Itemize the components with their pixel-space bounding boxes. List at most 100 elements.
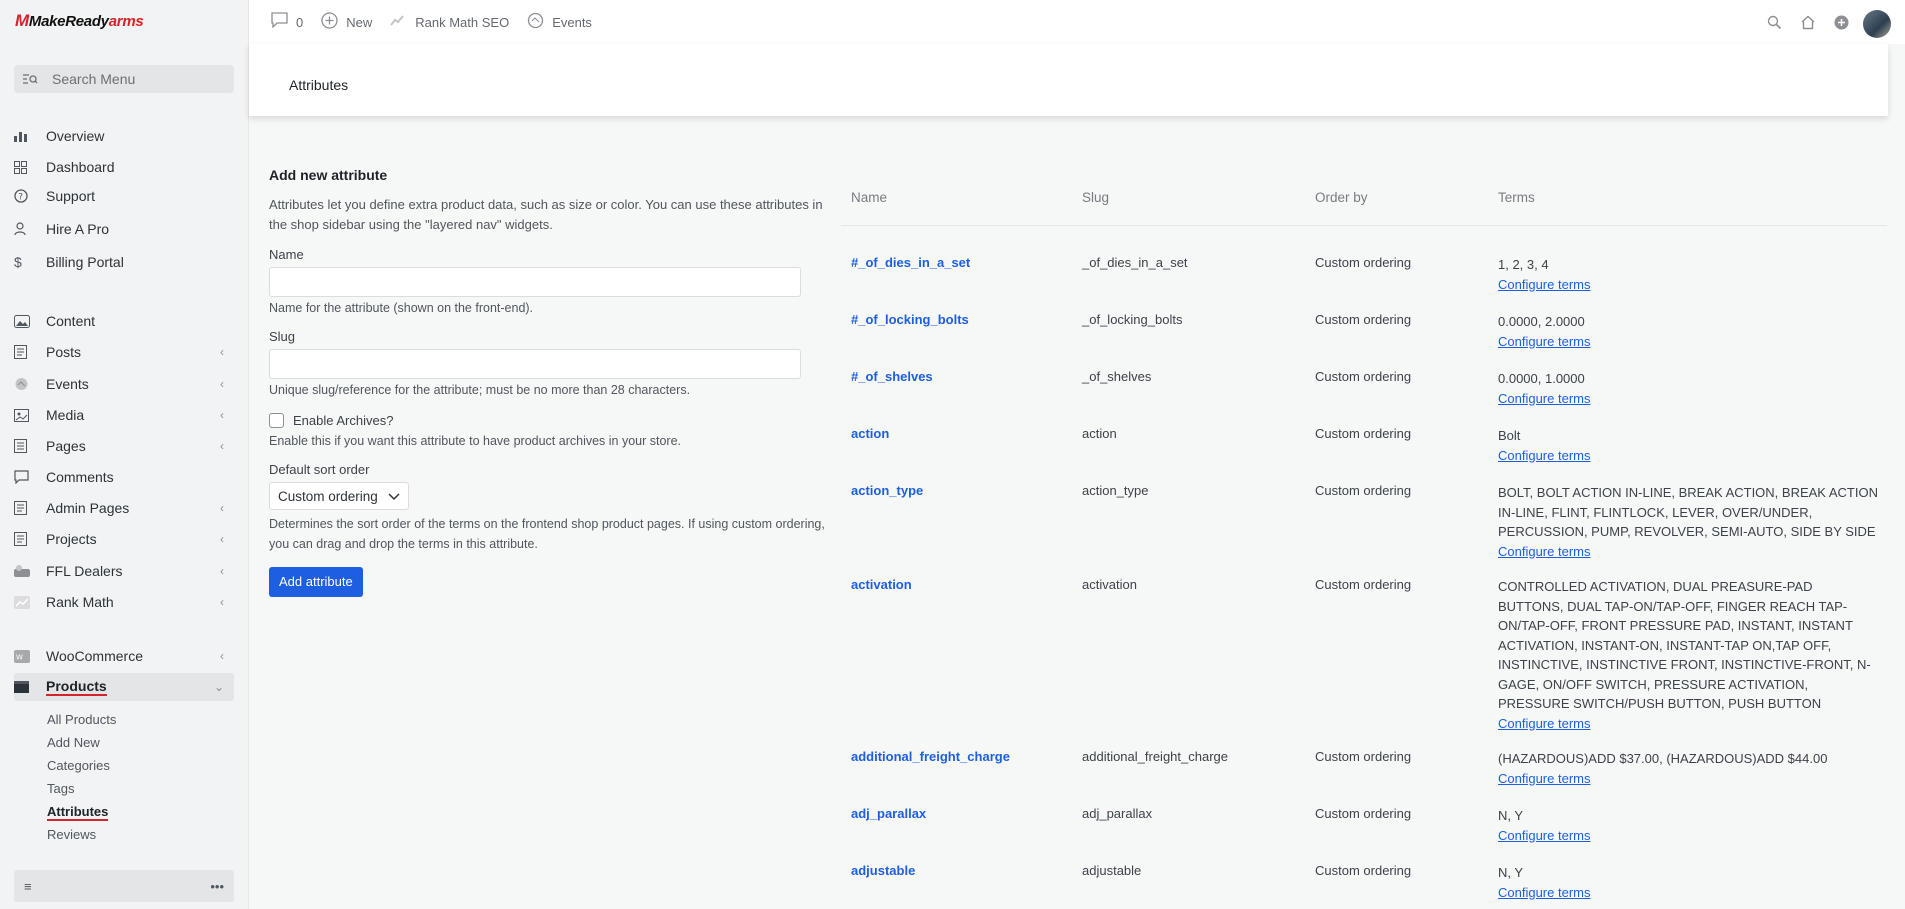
slug-input[interactable]	[269, 349, 801, 379]
column-header-slug: Slug	[1082, 190, 1110, 205]
chevron-down-icon: ⌄	[213, 680, 224, 694]
name-input[interactable]	[269, 267, 801, 297]
add-circle-icon[interactable]	[1834, 15, 1849, 34]
attribute-name-link[interactable]: action	[851, 426, 889, 441]
sidebar-item-pages[interactable]: Pages ‹	[14, 432, 234, 460]
configure-terms-link[interactable]: Configure terms	[1498, 883, 1878, 903]
sidebar-item-rank-math[interactable]: Rank Math ‹	[14, 588, 234, 616]
column-header-terms: Terms	[1498, 190, 1535, 205]
configure-terms-link[interactable]: Configure terms	[1498, 769, 1878, 789]
table-row: additional_freight_charge additional_frei…	[841, 749, 1887, 788]
sidebar-item-billing-portal[interactable]: $ Billing Portal	[14, 248, 234, 276]
submenu-reviews[interactable]: Reviews	[47, 827, 96, 842]
attribute-order: Custom ordering	[1315, 577, 1412, 592]
table-row: action action Custom ordering Bolt Configure…	[841, 426, 1887, 465]
chevron-left-icon: ‹	[220, 564, 224, 578]
submenu-attributes[interactable]: Attributes	[47, 804, 109, 821]
more-options-icon[interactable]: •••	[210, 879, 224, 894]
user-avatar[interactable]	[1863, 10, 1891, 38]
sidebar: M MakeReady arms Search Menu Overview Da…	[0, 0, 249, 909]
document-icon	[14, 345, 36, 359]
person-icon	[14, 222, 36, 236]
sidebar-item-products[interactable]: Products ⌄	[14, 673, 234, 701]
sidebar-item-comments[interactable]: Comments	[14, 463, 234, 491]
sidebar-item-overview[interactable]: Overview	[14, 122, 234, 150]
sidebar-item-events[interactable]: Events ‹	[14, 370, 234, 398]
attribute-terms: BOLT, BOLT ACTION IN-LINE, BREAK ACTION,…	[1498, 485, 1878, 539]
attribute-slug: _of_locking_bolts	[1082, 312, 1183, 327]
chevron-left-icon: ‹	[220, 439, 224, 453]
chevron-left-icon: ‹	[220, 649, 224, 663]
collapse-menu-icon[interactable]: ≡	[24, 879, 32, 894]
submenu-all-products[interactable]: All Products	[47, 712, 116, 727]
sort-order-help: Determines the sort order of the terms o…	[269, 517, 825, 551]
attribute-name-link[interactable]: activation	[851, 577, 912, 592]
media-icon	[14, 408, 36, 422]
attribute-slug: additional_freight_charge	[1082, 749, 1228, 764]
sidebar-item-content[interactable]: Content	[14, 307, 234, 335]
submenu-add-new[interactable]: Add New	[47, 735, 100, 750]
table-row: action_type action_type Custom ordering BOL…	[841, 483, 1887, 561]
woo-icon: W	[14, 649, 36, 663]
chevron-left-icon: ‹	[220, 532, 224, 546]
attribute-order: Custom ordering	[1315, 369, 1412, 384]
rankmath-icon	[14, 595, 36, 609]
configure-terms-link[interactable]: Configure terms	[1498, 275, 1878, 295]
site-logo[interactable]: M MakeReady arms	[15, 11, 144, 31]
sort-order-select[interactable]: Custom ordering	[269, 482, 409, 510]
sidebar-item-dashboard[interactable]: Dashboard	[14, 153, 234, 181]
add-attribute-button[interactable]: Add attribute	[269, 567, 363, 597]
column-header-name[interactable]: Name	[841, 190, 1082, 225]
home-icon[interactable]	[1800, 15, 1816, 34]
sidebar-item-admin-pages[interactable]: Admin Pages ‹	[14, 494, 234, 522]
logo-mark-icon: M	[15, 11, 29, 30]
search-menu-input[interactable]: Search Menu	[14, 65, 234, 93]
admin-topbar: 0 New Rank Math SEO Events	[249, 0, 1905, 44]
comment-icon	[14, 470, 36, 484]
attribute-name-link[interactable]: #_of_locking_bolts	[851, 312, 969, 327]
sidebar-item-projects[interactable]: Projects ‹	[14, 525, 234, 553]
sidebar-item-media[interactable]: Media ‹	[14, 401, 234, 429]
attribute-order: Custom ordering	[1315, 749, 1412, 764]
sidebar-item-ffl-dealers[interactable]: FFL Dealers ‹	[14, 557, 234, 585]
submenu-categories[interactable]: Categories	[47, 758, 110, 773]
attribute-name-link[interactable]: adj_parallax	[851, 806, 926, 821]
box-icon	[14, 681, 36, 693]
sidebar-item-posts[interactable]: Posts ‹	[14, 338, 234, 366]
configure-terms-link[interactable]: Configure terms	[1498, 826, 1878, 846]
chevron-left-icon: ‹	[220, 408, 224, 422]
attribute-name-link[interactable]: #_of_shelves	[851, 369, 933, 384]
sidebar-item-support[interactable]: ? Support	[14, 182, 234, 210]
sidebar-item-woocommerce[interactable]: W WooCommerce ‹	[14, 642, 234, 670]
new-content-button[interactable]: New	[321, 11, 372, 33]
attribute-terms: 1, 2, 3, 4	[1498, 257, 1549, 272]
rank-math-seo-link[interactable]: Rank Math SEO	[390, 13, 509, 31]
search-icon[interactable]	[1767, 15, 1782, 34]
comments-link[interactable]: 0	[271, 12, 303, 32]
document-icon	[14, 501, 36, 515]
attribute-slug: action	[1082, 426, 1117, 441]
sidebar-item-hire-a-pro[interactable]: Hire A Pro	[14, 215, 234, 243]
enable-archives-checkbox[interactable]	[269, 413, 284, 428]
submenu-tags[interactable]: Tags	[47, 781, 74, 796]
attribute-terms: N, Y	[1498, 865, 1524, 880]
configure-terms-link[interactable]: Configure terms	[1498, 332, 1878, 352]
configure-terms-link[interactable]: Configure terms	[1498, 542, 1878, 562]
attribute-name-link[interactable]: #_of_dies_in_a_set	[851, 255, 970, 270]
attribute-slug: adjustable	[1082, 863, 1142, 878]
attribute-name-link[interactable]: action_type	[851, 483, 923, 498]
attribute-name-link[interactable]: adjustable	[851, 863, 915, 878]
configure-terms-link[interactable]: Configure terms	[1498, 714, 1878, 734]
attribute-name-link[interactable]: additional_freight_charge	[851, 749, 1010, 764]
svg-text:W: W	[16, 653, 23, 661]
calendar-icon	[14, 377, 36, 391]
events-link[interactable]: Events	[527, 12, 592, 33]
column-header-order: Order by	[1315, 190, 1368, 205]
attribute-terms: N, Y	[1498, 808, 1524, 823]
attribute-terms: (HAZARDOUS)ADD $37.00, (HAZARDOUS)ADD $4…	[1498, 751, 1828, 766]
grid-icon	[14, 160, 36, 174]
configure-terms-link[interactable]: Configure terms	[1498, 389, 1878, 409]
attribute-order: Custom ordering	[1315, 312, 1412, 327]
configure-terms-link[interactable]: Configure terms	[1498, 446, 1878, 466]
chevron-left-icon: ‹	[220, 501, 224, 515]
